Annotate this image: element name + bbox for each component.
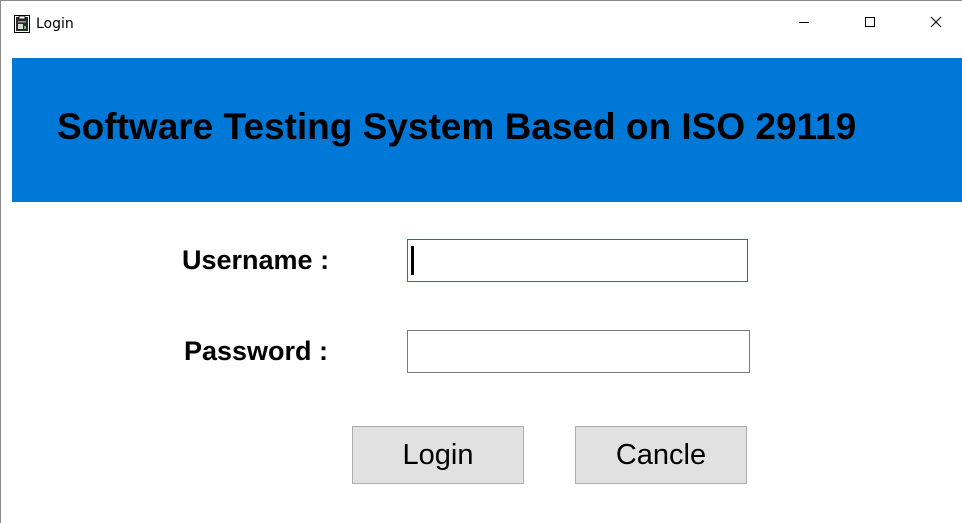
password-input[interactable] [407,330,750,373]
header-banner: Software Testing System Based on ISO 291… [12,58,962,202]
text-caret [411,246,414,275]
minimize-button[interactable] [781,1,827,47]
minimize-icon [798,15,810,33]
title-bar[interactable]: Login [1,1,962,47]
close-icon [930,15,942,33]
cancel-button[interactable]: Cancle [575,426,747,484]
login-button[interactable]: Login [352,426,524,484]
username-input[interactable] [407,239,748,282]
password-label: Password : [184,336,329,366]
banner-title: Software Testing System Based on ISO 291… [57,106,857,147]
username-label: Username : [182,245,330,275]
maximize-icon [864,15,876,33]
app-icon [14,15,30,33]
maximize-button[interactable] [847,1,893,47]
window-title: Login [36,16,74,32]
login-window: Login Software Testing System Based on I… [0,0,962,523]
close-button[interactable] [913,1,959,47]
